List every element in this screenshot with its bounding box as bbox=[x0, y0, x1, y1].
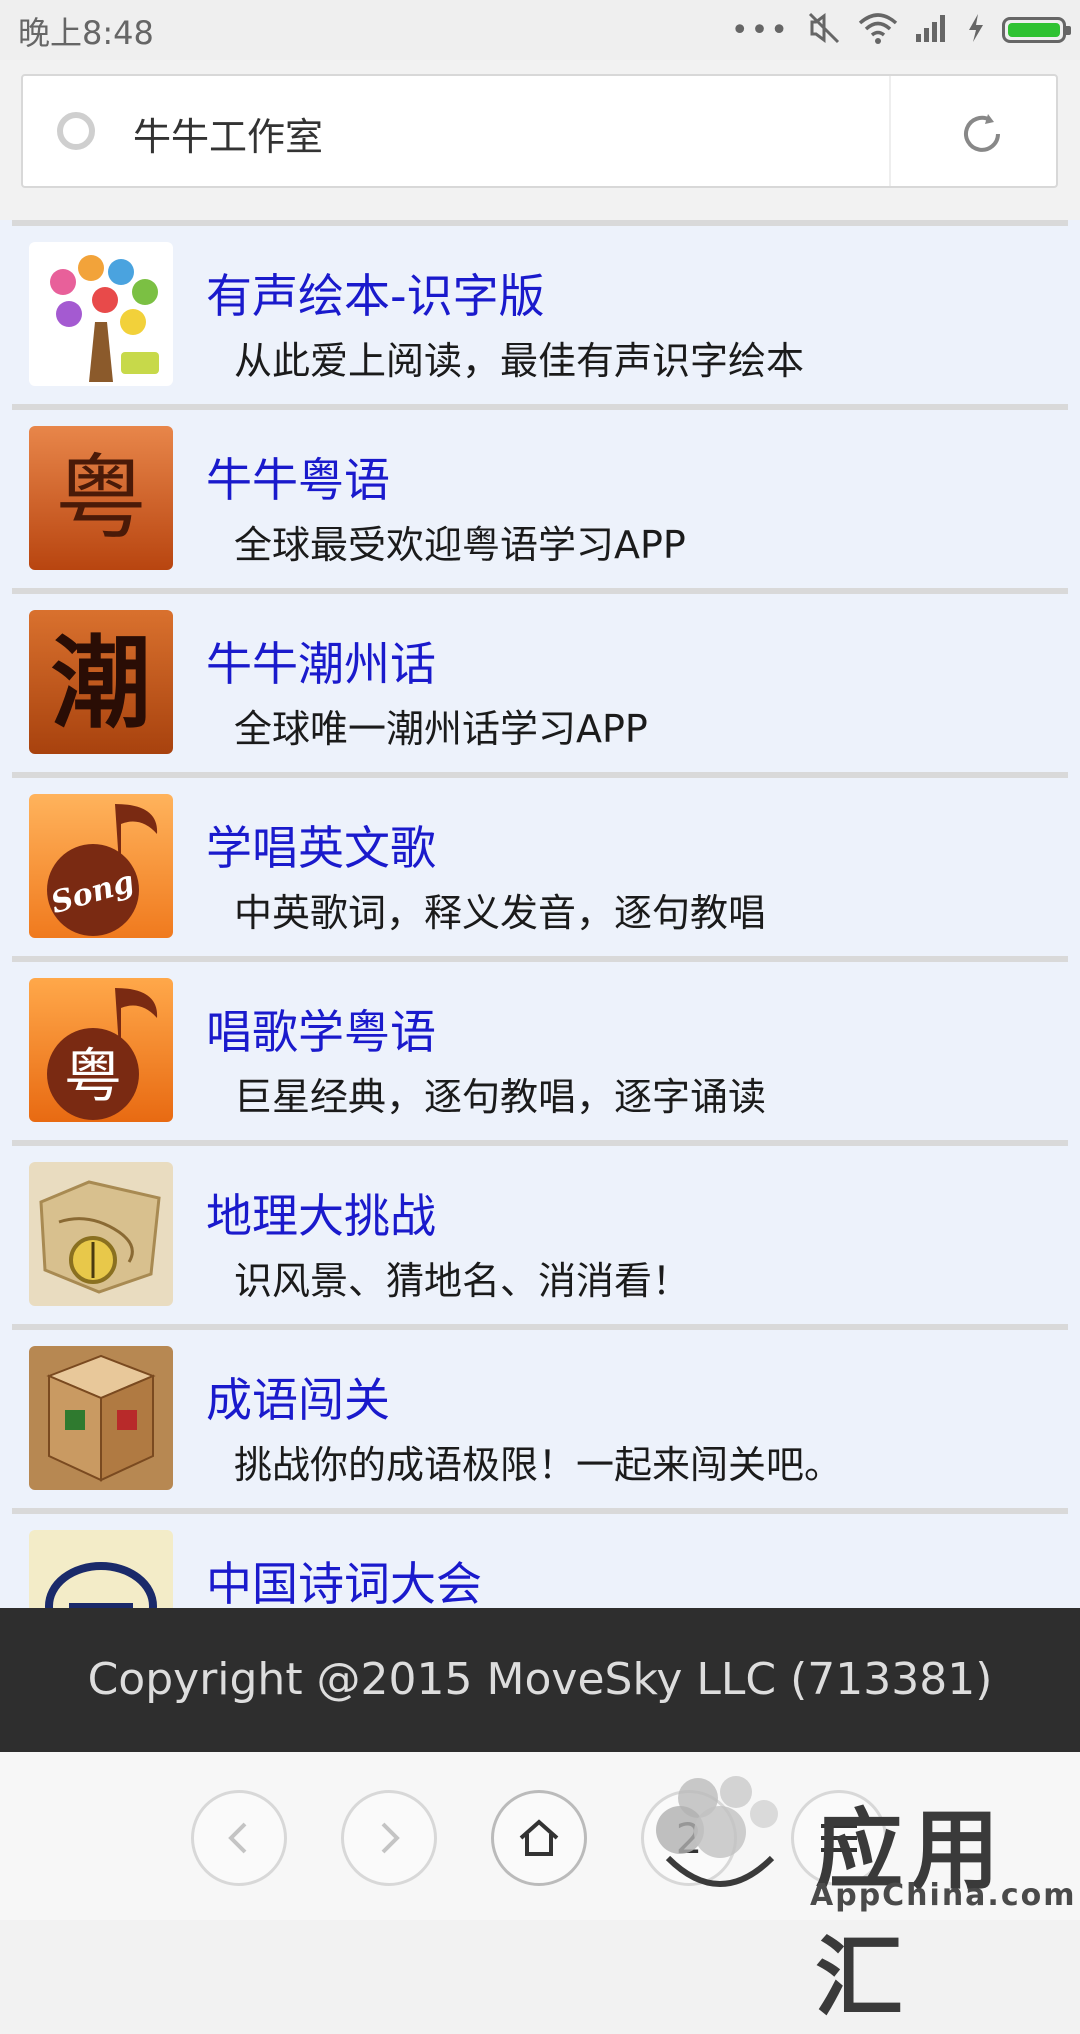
bottom-nav: 2 应用汇 AppChina.com bbox=[0, 1752, 1080, 2029]
song-cantonese-glyph: 粤 bbox=[64, 1042, 122, 1110]
app-title[interactable]: 地理大挑战 bbox=[206, 1180, 436, 1246]
app-icon-chaozhou: 潮 bbox=[29, 610, 173, 754]
app-subtitle: 挑战你的成语极限！一起来闯关吧。 bbox=[234, 1443, 843, 1487]
list-item-chaozhou[interactable]: 潮 牛牛潮州话 全球唯一潮州话学习APP bbox=[12, 588, 1068, 772]
reload-icon[interactable] bbox=[954, 106, 1010, 162]
page-title[interactable]: 牛牛工作室 bbox=[133, 106, 323, 161]
copyright-footer: Copyright @2015 MoveSky LLC (713381) bbox=[0, 1608, 1080, 1752]
status-icons: ••• bbox=[730, 10, 1071, 50]
status-time: 晚上8:48 bbox=[18, 14, 154, 52]
address-bar[interactable]: 牛牛工作室 bbox=[21, 74, 1058, 188]
list-item-picture-book[interactable]: 有声绘本-识字版 从此爱上阅读，最佳有声识字绘本 bbox=[12, 220, 1068, 404]
chevron-left-icon bbox=[228, 1822, 247, 1854]
site-icon bbox=[57, 112, 95, 150]
app-icon-song-cantonese: 粤 bbox=[29, 978, 173, 1122]
app-icon-cantonese: 粤 bbox=[29, 426, 173, 570]
chevron-right-icon bbox=[381, 1822, 400, 1854]
list-item-song-cantonese[interactable]: 粤 唱歌学粤语 巨星经典，逐句教唱，逐字诵读 bbox=[12, 956, 1068, 1140]
address-divider bbox=[889, 76, 891, 186]
charging-icon bbox=[966, 12, 986, 48]
app-title[interactable]: 牛牛潮州话 bbox=[206, 628, 436, 694]
list-item-cantonese[interactable]: 粤 牛牛粤语 全球最受欢迎粤语学习APP bbox=[12, 404, 1068, 588]
list-item-idiom[interactable]: 成语闯关 挑战你的成语极限！一起来闯关吧。 bbox=[12, 1324, 1068, 1508]
back-button[interactable] bbox=[191, 1790, 287, 1886]
app-title[interactable]: 成语闯关 bbox=[206, 1364, 390, 1430]
app-icon-english-song: Song bbox=[29, 794, 173, 938]
app-title[interactable]: 牛牛粤语 bbox=[206, 444, 390, 510]
home-icon bbox=[519, 1819, 559, 1856]
mute-icon bbox=[806, 10, 842, 50]
app-icon-geography bbox=[29, 1162, 173, 1306]
app-subtitle: 中英歌词，释义发音，逐句教唱 bbox=[234, 891, 767, 935]
app-title[interactable]: 学唱英文歌 bbox=[206, 812, 436, 878]
chaozhou-glyph: 潮 bbox=[51, 625, 151, 742]
app-list: 有声绘本-识字版 从此爱上阅读，最佳有声识字绘本 粤 牛牛粤语 全球最受欢迎粤语… bbox=[0, 220, 1080, 1608]
list-item-geography[interactable]: 地理大挑战 识风景、猜地名、消消看！ bbox=[12, 1140, 1068, 1324]
status-bar: 晚上8:48 ••• bbox=[0, 0, 1080, 60]
signal-icon bbox=[914, 12, 950, 48]
appchina-watermark: 应用汇 AppChina.com bbox=[640, 1770, 1074, 2029]
watermark-subtext: AppChina.com bbox=[810, 1878, 1077, 1913]
more-dots-icon: ••• bbox=[730, 12, 790, 48]
list-item-poetry[interactable]: 中国诗词大会 bbox=[12, 1508, 1068, 1608]
watermark-logo-icon bbox=[656, 1776, 778, 1887]
app-icon-poetry bbox=[29, 1530, 173, 1608]
wifi-icon bbox=[858, 11, 898, 49]
list-item-english-song[interactable]: Song 学唱英文歌 中英歌词，释义发音，逐句教唱 bbox=[12, 772, 1068, 956]
app-subtitle: 识风景、猜地名、消消看！ bbox=[234, 1259, 691, 1303]
app-icon-idiom bbox=[29, 1346, 173, 1490]
home-button[interactable] bbox=[491, 1790, 587, 1886]
app-subtitle: 全球最受欢迎粤语学习APP bbox=[234, 523, 686, 567]
app-icon-picture-book bbox=[29, 242, 173, 386]
app-subtitle: 巨星经典，逐句教唱，逐字诵读 bbox=[234, 1075, 767, 1119]
app-subtitle: 从此爱上阅读，最佳有声识字绘本 bbox=[234, 339, 805, 383]
battery-icon bbox=[1002, 17, 1071, 43]
cantonese-glyph: 粤 bbox=[55, 445, 147, 552]
app-subtitle: 全球唯一潮州话学习APP bbox=[234, 707, 648, 751]
app-title[interactable]: 中国诗词大会 bbox=[206, 1548, 482, 1608]
app-title[interactable]: 唱歌学粤语 bbox=[206, 996, 436, 1062]
app-title[interactable]: 有声绘本-识字版 bbox=[206, 260, 545, 326]
forward-button[interactable] bbox=[341, 1790, 437, 1886]
